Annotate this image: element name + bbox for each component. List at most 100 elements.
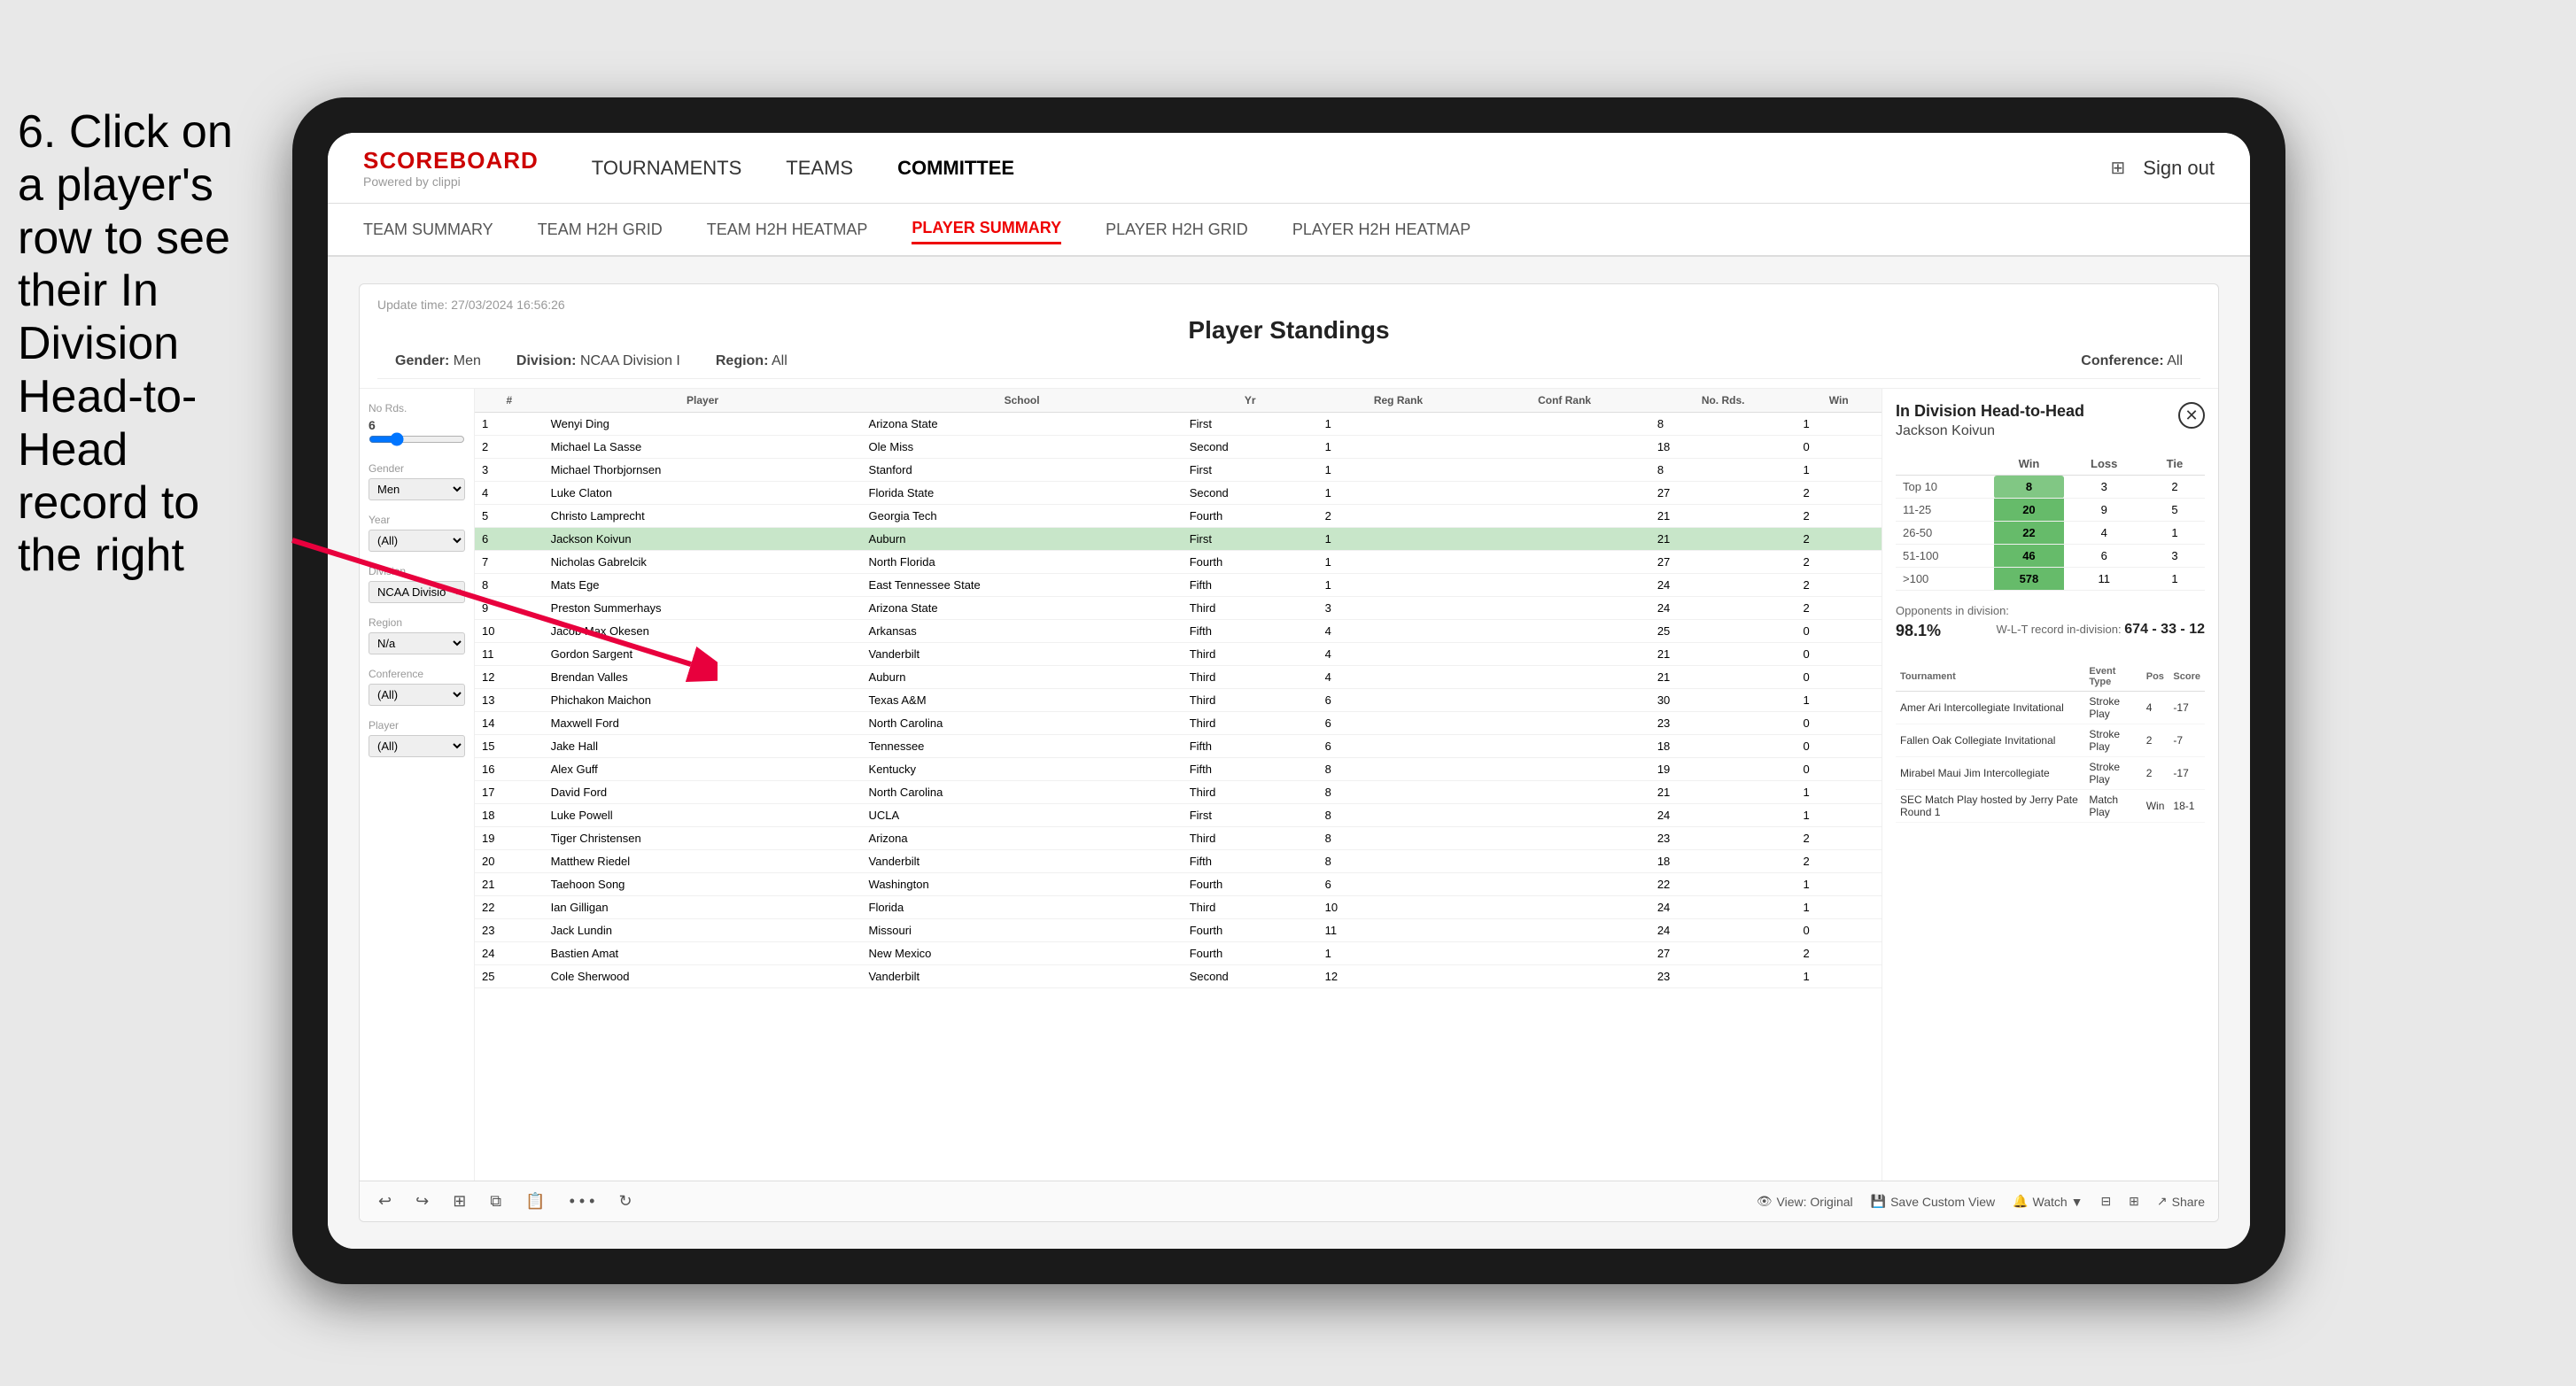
tab-team-h2h-grid[interactable]: TEAM H2H GRID [538, 216, 663, 244]
cell-conf [1478, 620, 1649, 643]
table-row[interactable]: 4 Luke Claton Florida State Second 1 27 … [475, 482, 1882, 505]
table-row[interactable]: 13 Phichakon Maichon Texas A&M Third 6 3… [475, 689, 1882, 712]
cell-player: Alex Guff [544, 758, 862, 781]
cell-player: Michael La Sasse [544, 436, 862, 459]
cell-yr: Third [1183, 666, 1318, 689]
view-original-btn[interactable]: 👁 View: Original [1757, 1194, 1853, 1209]
table-row[interactable]: 19 Tiger Christensen Arizona Third 8 23 … [475, 827, 1882, 850]
table-row[interactable]: 7 Nicholas Gabrelcik North Florida Fourt… [475, 551, 1882, 574]
table-row[interactable]: 18 Luke Powell UCLA First 8 24 1 [475, 804, 1882, 827]
table-row[interactable]: 8 Mats Ege East Tennessee State Fifth 1 … [475, 574, 1882, 597]
main-content: Update time: 27/03/2024 16:56:26 Player … [328, 257, 2250, 1249]
table-row[interactable]: 1 Wenyi Ding Arizona State First 1 8 1 [475, 413, 1882, 436]
table-row[interactable]: 20 Matthew Riedel Vanderbilt Fifth 8 18 … [475, 850, 1882, 873]
left-sidebar: No Rds. 6 Gender Men Year [360, 389, 475, 1181]
cell-school: East Tennessee State [862, 574, 1183, 597]
copy-button[interactable]: ⧉ [485, 1189, 507, 1214]
layout-btn[interactable]: ⊟ [2100, 1194, 2111, 1209]
table-row[interactable]: 21 Taehoon Song Washington Fourth 6 22 1 [475, 873, 1882, 896]
col-player: Player [544, 389, 862, 413]
sign-out-link[interactable]: Sign out [2143, 152, 2215, 184]
year-select[interactable]: (All) [369, 530, 465, 552]
nav-committee[interactable]: COMMITTEE [897, 152, 1014, 184]
h2h-tie-cell: 1 [2145, 522, 2205, 545]
redo-button[interactable]: ↪ [410, 1189, 434, 1214]
table-row[interactable]: 23 Jack Lundin Missouri Fourth 11 24 0 [475, 919, 1882, 942]
cell-rds: 18 [1650, 850, 1796, 873]
cell-yr: First [1183, 413, 1318, 436]
table-row[interactable]: 3 Michael Thorbjornsen Stanford First 1 … [475, 459, 1882, 482]
tab-player-h2h-heatmap[interactable]: PLAYER H2H HEATMAP [1292, 216, 1470, 244]
paste-button[interactable]: 📋 [520, 1189, 550, 1214]
table-row[interactable]: 16 Alex Guff Kentucky Fifth 8 19 0 [475, 758, 1882, 781]
table-row[interactable]: 9 Preston Summerhays Arizona State Third… [475, 597, 1882, 620]
cell-player: Wenyi Ding [544, 413, 862, 436]
nav-icon: ⊞ [2111, 157, 2126, 179]
save-custom-btn[interactable]: 💾 Save Custom View [1871, 1194, 1995, 1209]
table-row[interactable]: 14 Maxwell Ford North Carolina Third 6 2… [475, 712, 1882, 735]
watch-icon: 🔔 [2013, 1194, 2028, 1209]
table-row[interactable]: 6 Jackson Koivun Auburn First 1 21 2 [475, 528, 1882, 551]
h2h-loss-cell: 11 [2064, 568, 2145, 591]
table-row[interactable]: 12 Brendan Valles Auburn Third 4 21 0 [475, 666, 1882, 689]
table-row[interactable]: 11 Gordon Sargent Vanderbilt Third 4 21 … [475, 643, 1882, 666]
table-row[interactable]: 2 Michael La Sasse Ole Miss Second 1 18 … [475, 436, 1882, 459]
cell-rds: 27 [1650, 551, 1796, 574]
conference-select[interactable]: (All) [369, 684, 465, 706]
tab-team-summary[interactable]: TEAM SUMMARY [363, 216, 493, 244]
division-select[interactable]: NCAA Division I [369, 581, 465, 603]
table-row[interactable]: 5 Christo Lamprecht Georgia Tech Fourth … [475, 505, 1882, 528]
cell-rds: 30 [1650, 689, 1796, 712]
share-btn[interactable]: ↗ Share [2157, 1194, 2205, 1209]
cell-rds: 24 [1650, 574, 1796, 597]
refresh-button[interactable]: ↻ [613, 1189, 637, 1214]
col-num: # [475, 389, 544, 413]
nav-tournaments[interactable]: TOURNAMENTS [592, 152, 742, 184]
region-select[interactable]: N/a [369, 632, 465, 654]
cell-rds: 21 [1650, 643, 1796, 666]
cell-win: 1 [1796, 896, 1882, 919]
t-score: 18-1 [2169, 790, 2205, 823]
cell-reg: 4 [1318, 666, 1479, 689]
table-row[interactable]: 10 Jacob Max Okesen Arkansas Fifth 4 25 … [475, 620, 1882, 643]
sidebar-conference: Conference (All) [369, 668, 465, 706]
tablet-screen: SCOREBOARD Powered by clippi TOURNAMENTS… [328, 133, 2250, 1249]
toolbar-right: 👁 View: Original 💾 Save Custom View 🔔 Wa… [1757, 1194, 2205, 1209]
rounds-value: 6 [369, 418, 465, 432]
dots-button[interactable]: • • • [564, 1189, 601, 1214]
region-label: Region [369, 616, 465, 629]
cell-reg: 1 [1318, 413, 1479, 436]
sidebar-division: Division NCAA Division I [369, 565, 465, 603]
player-table-area[interactable]: # Player School Yr Reg Rank Conf Rank No… [475, 389, 1882, 1181]
tab-player-h2h-grid[interactable]: PLAYER H2H GRID [1106, 216, 1248, 244]
table-row[interactable]: 25 Cole Sherwood Vanderbilt Second 12 23… [475, 965, 1882, 988]
cell-yr: First [1183, 804, 1318, 827]
format-button[interactable]: ⊞ [447, 1189, 471, 1214]
cell-conf [1478, 574, 1649, 597]
cell-rds: 18 [1650, 735, 1796, 758]
player-select[interactable]: (All) [369, 735, 465, 757]
watch-btn[interactable]: 🔔 Watch ▼ [2013, 1194, 2083, 1209]
cell-win: 1 [1796, 781, 1882, 804]
logo-title: SCOREBOARD [363, 147, 539, 174]
cell-win: 2 [1796, 850, 1882, 873]
gender-select[interactable]: Men [369, 478, 465, 500]
sidebar-player: Player (All) [369, 719, 465, 757]
table-row[interactable]: 17 David Ford North Carolina Third 8 21 … [475, 781, 1882, 804]
h2h-rank-label: 11-25 [1896, 499, 1994, 522]
t-name: Mirabel Maui Jim Intercollegiate [1896, 757, 2084, 790]
undo-button[interactable]: ↩ [373, 1189, 397, 1214]
cell-win: 2 [1796, 505, 1882, 528]
cell-player: Christo Lamprecht [544, 505, 862, 528]
h2h-close-button[interactable]: ✕ [2178, 402, 2205, 429]
cell-conf [1478, 643, 1649, 666]
rounds-slider[interactable] [369, 432, 465, 446]
table-row[interactable]: 24 Bastien Amat New Mexico Fourth 1 27 2 [475, 942, 1882, 965]
tab-player-summary[interactable]: PLAYER SUMMARY [912, 214, 1061, 244]
table-btn[interactable]: ⊞ [2129, 1194, 2139, 1209]
tab-team-h2h-heatmap[interactable]: TEAM H2H HEATMAP [707, 216, 868, 244]
table-row[interactable]: 15 Jake Hall Tennessee Fifth 6 18 0 [475, 735, 1882, 758]
nav-teams[interactable]: TEAMS [786, 152, 853, 184]
table-row[interactable]: 22 Ian Gilligan Florida Third 10 24 1 [475, 896, 1882, 919]
cell-num: 12 [475, 666, 544, 689]
